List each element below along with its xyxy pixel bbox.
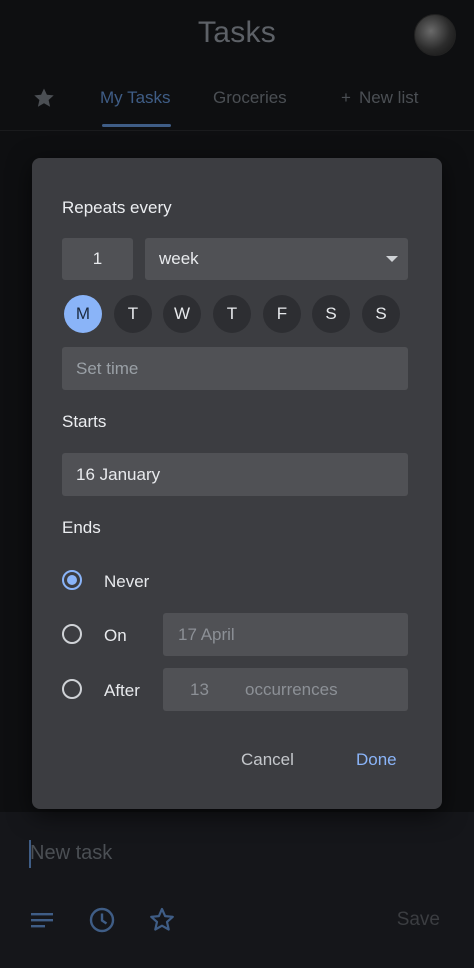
interval-unit-select[interactable]: week (145, 238, 408, 280)
ends-never-radio[interactable] (62, 570, 82, 590)
cancel-button[interactable]: Cancel (241, 750, 294, 770)
interval-input[interactable]: 1 (62, 238, 133, 280)
day-tuesday[interactable]: T (114, 295, 152, 333)
clock-icon[interactable] (88, 906, 116, 934)
day-monday[interactable]: M (64, 295, 102, 333)
save-button[interactable]: Save (397, 909, 440, 931)
new-task-area (0, 812, 474, 968)
tab-new-list[interactable]: + New list (341, 88, 418, 108)
avatar[interactable] (414, 14, 456, 56)
ends-never-label: Never (104, 572, 150, 591)
end-date-field[interactable]: 17 April (163, 613, 408, 656)
new-list-label: New list (358, 88, 419, 107)
interval-unit-value: week (159, 249, 199, 268)
occurrences-count: 13 (190, 680, 209, 699)
day-sunday[interactable]: S (362, 295, 400, 333)
ends-label: Ends (62, 518, 101, 537)
ends-after-radio[interactable] (62, 679, 82, 699)
new-task-input[interactable]: New task (30, 842, 112, 865)
list-tabs: My Tasks Groceries + New list (0, 72, 474, 131)
tab-my-tasks[interactable]: My Tasks (100, 88, 171, 108)
ends-after-label: After (104, 681, 140, 700)
day-friday[interactable]: F (263, 295, 301, 333)
occurrences-unit: occurrences (245, 680, 338, 699)
occurrences-field[interactable]: 13 occurrences (163, 668, 408, 711)
plus-icon: + (341, 88, 351, 107)
star-icon[interactable] (148, 906, 176, 934)
done-button[interactable]: Done (356, 750, 397, 770)
start-date-field[interactable]: 16 January (62, 453, 408, 496)
day-saturday[interactable]: S (312, 295, 350, 333)
day-thursday[interactable]: T (213, 295, 251, 333)
day-wednesday[interactable]: W (163, 295, 201, 333)
details-icon[interactable] (28, 906, 56, 934)
active-tab-indicator (102, 124, 171, 127)
repeat-dialog: Repeats every 1 week M T W T F S S Set t… (32, 158, 442, 809)
starts-label: Starts (62, 412, 107, 431)
app-title: Tasks (197, 16, 277, 49)
set-time-field[interactable]: Set time (62, 347, 408, 390)
repeats-every-label: Repeats every (62, 198, 172, 217)
dropdown-arrow-icon (386, 256, 398, 262)
ends-on-label: On (104, 626, 127, 645)
tab-groceries[interactable]: Groceries (213, 88, 287, 108)
ends-on-radio[interactable] (62, 624, 82, 644)
top-bar: Tasks (0, 0, 474, 70)
star-icon (34, 88, 54, 107)
tab-starred[interactable] (32, 86, 56, 115)
